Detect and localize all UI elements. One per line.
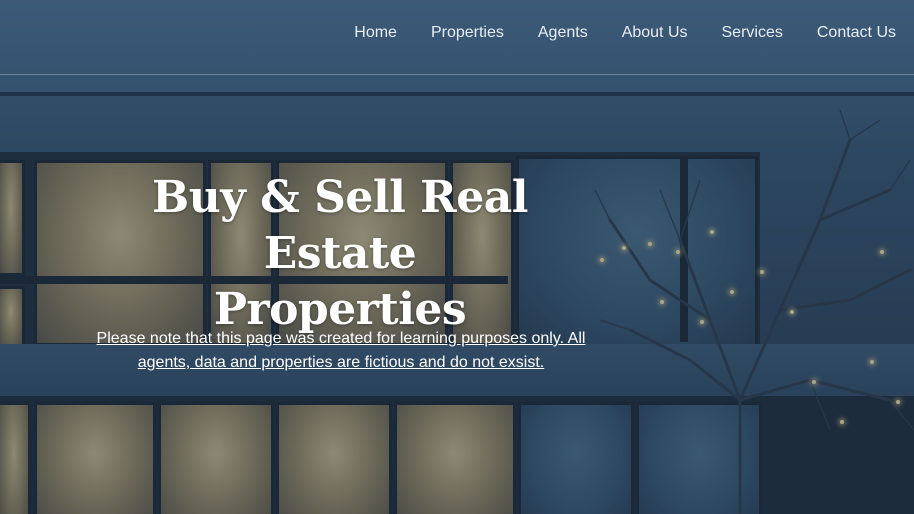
hero-section: Home Properties Agents About Us Services… xyxy=(0,0,914,514)
nav-link-properties[interactable]: Properties xyxy=(431,24,504,41)
nav-item-contact-us: Contact Us xyxy=(817,22,896,43)
nav-item-agents: Agents xyxy=(538,22,588,43)
nav-menu: Home Properties Agents About Us Services… xyxy=(320,22,896,43)
nav-item-about-us: About Us xyxy=(622,22,688,43)
main-navigation: Home Properties Agents About Us Services… xyxy=(0,0,914,75)
nav-link-home[interactable]: Home xyxy=(354,24,397,41)
hero-disclaimer: Please note that this page was created f… xyxy=(88,327,594,375)
hero-headline: Buy & Sell Real Estate Properties xyxy=(90,170,590,338)
nav-link-services[interactable]: Services xyxy=(722,24,783,41)
disclaimer-text: Please note that this page was created f… xyxy=(96,330,586,371)
nav-link-contact-us[interactable]: Contact Us xyxy=(817,24,896,41)
nav-link-about-us[interactable]: About Us xyxy=(622,24,688,41)
nav-item-services: Services xyxy=(722,22,783,43)
nav-item-properties: Properties xyxy=(431,22,504,43)
nav-item-home: Home xyxy=(354,22,397,43)
hero-title-line-1: Buy & Sell Real Estate xyxy=(152,172,528,279)
hero-title: Buy & Sell Real Estate Properties xyxy=(90,170,590,338)
nav-link-agents[interactable]: Agents xyxy=(538,24,588,41)
